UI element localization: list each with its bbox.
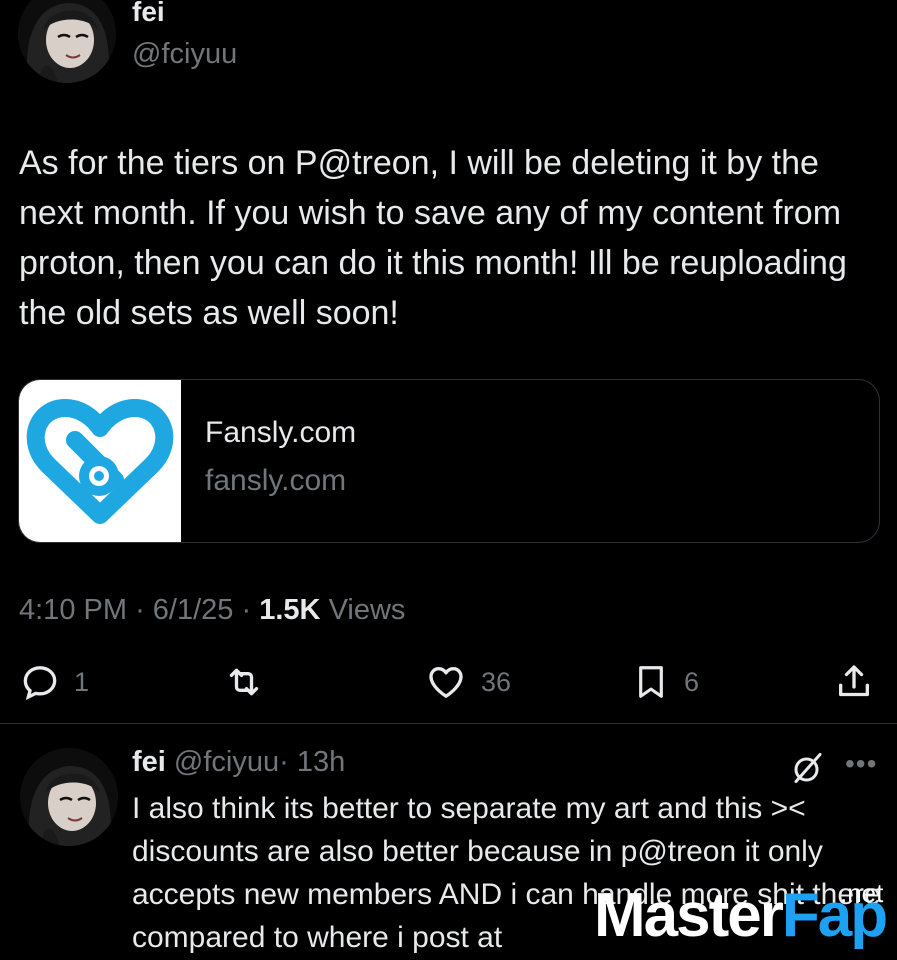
retweet-icon xyxy=(229,668,259,696)
meta-separator: · xyxy=(135,594,145,626)
like-button[interactable]: 36 xyxy=(425,660,511,704)
watermark-suffix: .net xyxy=(840,878,884,908)
reply-age[interactable]: · 13h xyxy=(279,746,345,778)
meta-separator: · xyxy=(241,594,252,626)
reply-author-name[interactable]: fei xyxy=(132,746,166,778)
more-options-icon[interactable]: ••• xyxy=(845,748,877,780)
like-count: 36 xyxy=(481,666,512,697)
fansly-logo-icon xyxy=(19,380,181,542)
tweet-text: As for the tiers on P@treon, I will be d… xyxy=(19,144,847,332)
reply-count: 1 xyxy=(74,666,90,697)
grok-icon[interactable] xyxy=(790,750,826,791)
reply-icon xyxy=(23,666,57,701)
bookmark-count: 6 xyxy=(684,666,700,697)
reply-author-handle[interactable]: @fciyuu xyxy=(174,746,279,778)
share-button[interactable] xyxy=(834,660,874,704)
author-handle[interactable]: @fciyuu xyxy=(132,38,237,71)
retweet-button[interactable] xyxy=(222,660,280,704)
reply-author-avatar[interactable] xyxy=(20,748,118,846)
author-avatar[interactable] xyxy=(18,0,116,83)
views-label: Views xyxy=(328,594,406,626)
tweet-timestamp[interactable]: 4:10 PM · 6/1/25 · 1.5K Views xyxy=(19,594,405,627)
link-card-title: Fansly.com xyxy=(205,416,357,449)
divider xyxy=(0,723,897,724)
link-card[interactable]: Fansly.com fansly.com xyxy=(18,379,880,543)
link-card-domain: fansly.com xyxy=(205,464,347,497)
reply-header: fei @fciyuu· 13h xyxy=(132,746,345,779)
share-icon xyxy=(839,665,869,697)
bookmark-button[interactable]: 6 xyxy=(632,660,699,704)
tweet-time: 4:10 PM xyxy=(19,594,127,626)
author-name[interactable]: fei xyxy=(132,0,165,28)
heart-icon xyxy=(429,667,463,698)
reply-button[interactable]: 1 xyxy=(20,660,89,704)
views-count: 1.5K xyxy=(259,594,321,626)
tweet-date: 6/1/25 xyxy=(152,594,234,626)
bookmark-icon xyxy=(639,666,663,698)
